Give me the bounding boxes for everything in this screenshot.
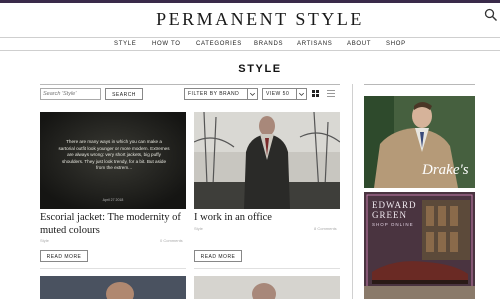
heading-divider-right <box>364 84 475 85</box>
article-image[interactable] <box>40 276 186 299</box>
view-count-select[interactable]: VIEW 50 <box>262 88 307 100</box>
nav-item-how-to[interactable]: HOW TO <box>152 41 181 47</box>
search-input[interactable] <box>40 88 101 100</box>
chevron-down-icon <box>247 89 256 99</box>
article-title[interactable]: Escorial jacket: The modernity of muted … <box>40 211 186 237</box>
heading-divider-left <box>40 84 340 85</box>
filter-brand-select[interactable]: FILTER BY BRAND <box>184 88 258 100</box>
page-title: STYLE <box>238 63 282 75</box>
list-view-icon[interactable] <box>327 90 335 97</box>
article-photo <box>194 112 340 209</box>
article-title[interactable]: I work in an office <box>194 211 340 224</box>
search-button[interactable]: SEARCH <box>105 88 143 100</box>
article-divider <box>194 268 340 269</box>
article-photo <box>40 276 186 299</box>
search-icon[interactable] <box>484 8 498 22</box>
nav-item-artisans[interactable]: ARTISANS <box>297 41 333 47</box>
site-title[interactable]: PERMANENT STYLE <box>0 9 500 30</box>
nav-item-about[interactable]: ABOUT <box>347 41 371 47</box>
grid-view-icon[interactable] <box>312 90 319 97</box>
nav-item-style[interactable]: STYLE <box>114 41 137 47</box>
edward-green-tagline: SHOP ONLINE <box>372 222 414 227</box>
article-comments[interactable]: 8 Comments <box>314 226 337 231</box>
article-category[interactable]: Style <box>40 238 49 243</box>
edward-green-logo-line2: GREEN <box>372 210 407 220</box>
article-comments[interactable]: 0 Comments <box>160 238 183 243</box>
edward-green-logo-line1: EDWARD <box>372 200 417 210</box>
view-count-label: VIEW 50 <box>266 91 290 97</box>
nav-item-brands[interactable]: BRANDS <box>254 41 283 47</box>
edward-green-ad[interactable]: EDWARD GREEN SHOP ONLINE <box>364 192 475 299</box>
nav-item-categories[interactable]: CATEGORIES <box>196 41 242 47</box>
nav-item-shop[interactable]: SHOP <box>386 41 406 47</box>
drakes-ad[interactable]: Drake's <box>364 96 475 188</box>
article-image[interactable] <box>194 112 340 209</box>
filter-brand-label: FILTER BY BRAND <box>188 91 240 97</box>
article-divider <box>40 268 186 269</box>
top-accent-bar <box>0 0 500 3</box>
drakes-logo: Drake's <box>422 162 469 178</box>
article-category[interactable]: Style <box>194 226 203 231</box>
article-image[interactable]: There are many ways in which you can mak… <box>40 112 186 209</box>
main-nav: STYLE HOW TO CATEGORIES BRANDS ARTISANS … <box>0 37 500 51</box>
sidebar-divider <box>352 84 353 299</box>
chevron-down-icon <box>296 89 305 99</box>
read-more-button[interactable]: READ MORE <box>194 250 242 262</box>
article-image[interactable] <box>194 276 340 299</box>
article-overlay-date: April 27 2018 <box>102 198 124 202</box>
article-photo <box>194 276 340 299</box>
article-overlay-text: There are many ways in which you can mak… <box>58 139 170 171</box>
read-more-button[interactable]: READ MORE <box>40 250 88 262</box>
